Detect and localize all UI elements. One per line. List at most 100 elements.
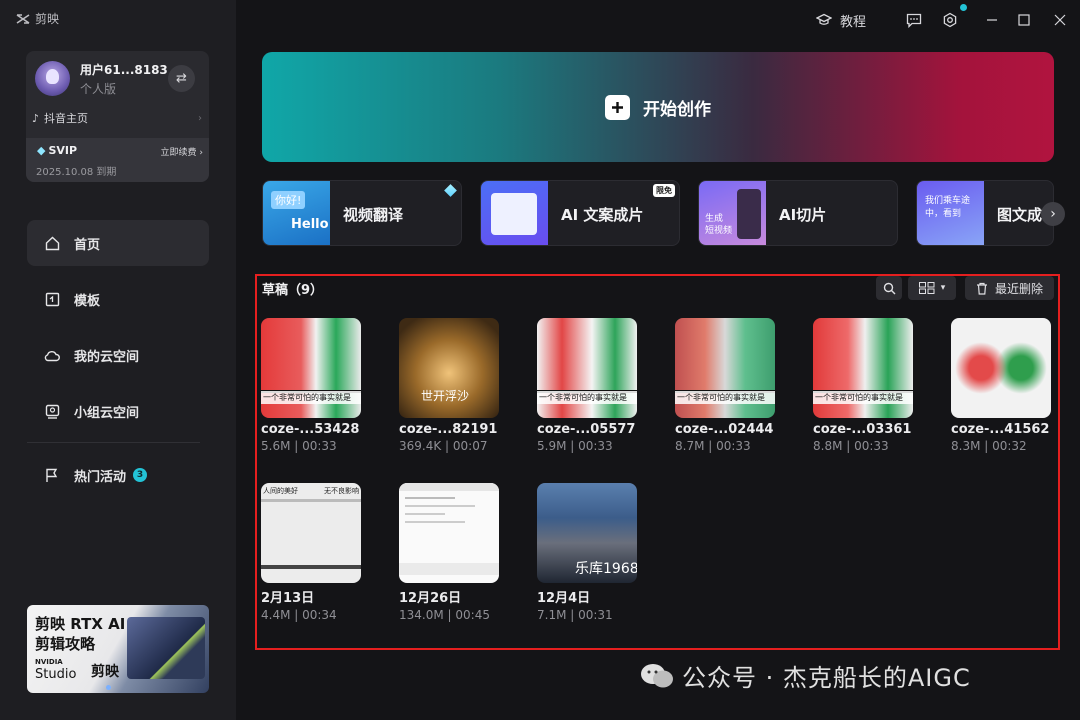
thumb-text: 你好!	[271, 191, 306, 209]
nav-label: 首页	[74, 237, 101, 253]
draft-meta: 8.7M | 00:33	[675, 439, 751, 453]
tool-label: AI切片	[779, 206, 827, 224]
draft-card[interactable]: 一个非常可怕的事实就是 coze-...53428 5.6M | 00:33	[261, 318, 361, 453]
draft-meta: 369.4K | 00:07	[399, 439, 488, 453]
draft-card[interactable]: coze-...41562 8.3M | 00:32	[951, 318, 1051, 453]
start-creation-button[interactable]: 开始创作	[262, 52, 1054, 162]
recent-delete-button[interactable]: 最近删除	[965, 276, 1054, 300]
document-icon	[491, 193, 537, 235]
tool-label: 图文成	[997, 206, 1043, 224]
switch-account-button[interactable]: ⇄	[168, 65, 195, 92]
tutorial-label: 教程	[840, 14, 867, 30]
doc-line	[405, 513, 445, 515]
nav-item-hot-events[interactable]: 热门活动 3	[27, 452, 209, 498]
draft-name: 12月4日	[537, 591, 591, 606]
search-button[interactable]	[876, 276, 902, 300]
divider-line	[261, 499, 361, 502]
draft-thumbnail: 乐库1968	[537, 483, 637, 583]
recent-delete-label: 最近删除	[994, 281, 1043, 296]
settings-button[interactable]	[942, 4, 967, 30]
tutorial-button[interactable]: 教程	[816, 10, 866, 30]
nav-item-home[interactable]: 首页	[27, 220, 209, 266]
chevron-down-icon: ▾	[940, 283, 946, 293]
view-toggle-button[interactable]: ▾	[908, 276, 956, 300]
tool-image-to-video[interactable]: 我们乘车途中，看到 图文成	[916, 180, 1054, 246]
tool-label: 视频翻译	[343, 206, 404, 224]
promo-subtitle: 剪辑攻略	[35, 635, 96, 653]
nav-item-group-cloud[interactable]: 小组云空间	[27, 388, 209, 434]
main-area: 教程 开始创作 你好! Hello 视频翻译 AI 文案成片 限免 生成 短视频…	[236, 0, 1080, 720]
renew-link[interactable]: 立即续费 ›	[161, 145, 204, 158]
minimize-button[interactable]	[986, 10, 998, 30]
drafts-panel: 草稿（9） ▾ 最近删除 一个非常可怕的事实就是 coze-...53428 5…	[255, 274, 1060, 650]
promo-image	[127, 617, 205, 679]
svip-box[interactable]: ◆ SVIP 立即续费 › 2025.10.08 到期	[26, 138, 209, 182]
draft-meta: 5.9M | 00:33	[537, 439, 613, 453]
douyin-home-link[interactable]: ♪ 抖音主页 ›	[32, 109, 202, 127]
draft-meta: 7.1M | 00:31	[537, 608, 613, 622]
avatar[interactable]	[35, 61, 70, 96]
tool-thumbnail	[481, 181, 548, 245]
plus-icon	[605, 94, 630, 120]
scroll-right-button[interactable]: ›	[1041, 202, 1065, 226]
maximize-button[interactable]	[1018, 10, 1030, 30]
draft-caption: 乐库1968	[575, 561, 637, 577]
nav-item-my-cloud[interactable]: 我的云空间	[27, 332, 209, 378]
draft-card[interactable]: 12月26日 134.0M | 00:45	[399, 483, 499, 622]
draft-meta: 4.4M | 00:34	[261, 608, 337, 622]
draft-caption: 世开浮沙	[421, 389, 470, 403]
chevron-right-icon: ›	[1050, 206, 1056, 222]
doc-footer	[399, 563, 499, 575]
draft-card[interactable]: 一个非常可怕的事实就是 coze-...05577 5.9M | 00:33	[537, 318, 637, 453]
flag-icon	[44, 467, 60, 483]
drafts-title: 草稿（9）	[262, 283, 324, 298]
chevron-right-icon: ›	[199, 148, 203, 158]
carousel-dot[interactable]	[106, 685, 111, 690]
maximize-icon	[1018, 14, 1030, 26]
draft-card[interactable]: 一个非常可怕的事实就是 coze-...03361 8.8M | 00:33	[813, 318, 913, 453]
draft-card[interactable]: 乐库1968 12月4日 7.1M | 00:31	[537, 483, 637, 622]
capcut-brand: 剪映	[91, 664, 119, 680]
notification-badge: 3	[133, 468, 148, 482]
thumb-text: Hello	[291, 217, 329, 232]
draft-card[interactable]: 世开浮沙 coze-...82191 369.4K | 00:07	[399, 318, 499, 453]
draft-card[interactable]: 人间的美好 无不良影响 2月13日 4.4M | 00:34	[261, 483, 361, 622]
update-dot	[960, 4, 967, 11]
home-icon	[44, 235, 60, 251]
draft-name: 12月26日	[399, 591, 462, 606]
svip-badge: ◆ SVIP	[37, 144, 77, 157]
draft-name: coze-...82191	[399, 422, 498, 437]
draft-thumbnail: 一个非常可怕的事实就是	[675, 318, 775, 418]
draft-name: coze-...41562	[951, 422, 1050, 437]
nav-item-template[interactable]: 模板	[27, 276, 209, 322]
douyin-label: 抖音主页	[44, 112, 89, 125]
graduation-cap-icon	[816, 13, 832, 25]
user-card: 用户61...8183 个人版 ⇄ ♪ 抖音主页 › ◆ SVIP 立即续费 ›…	[26, 51, 209, 182]
draft-meta: 8.8M | 00:33	[813, 439, 889, 453]
tool-ai-script-video[interactable]: AI 文案成片 限免	[480, 180, 680, 246]
swap-icon: ⇄	[176, 71, 187, 86]
app-logo: 剪映	[16, 10, 59, 27]
close-button[interactable]	[1054, 10, 1066, 30]
draft-thumbnail: 一个非常可怕的事实就是	[537, 318, 637, 418]
draft-thumbnail	[951, 318, 1051, 418]
template-icon	[44, 291, 60, 307]
draft-meta: 134.0M | 00:45	[399, 608, 490, 622]
tiktok-icon: ♪	[32, 111, 40, 125]
nav-label: 模板	[74, 293, 101, 309]
free-tag: 限免	[653, 184, 675, 197]
rtx-promo-banner[interactable]: 剪映 RTX AI 剪辑攻略 NVIDIA Studio 剪映	[27, 605, 209, 693]
tool-thumbnail: 我们乘车途中，看到	[917, 181, 984, 245]
group-cloud-icon	[44, 403, 60, 419]
tool-ai-clip[interactable]: 生成 短视频 AI切片	[698, 180, 898, 246]
nav-label: 我的云空间	[74, 349, 140, 365]
nvidia-logo: NVIDIA	[35, 658, 63, 666]
draft-caption: 一个非常可怕的事实就是	[537, 391, 637, 404]
draft-name: 2月13日	[261, 591, 315, 606]
nav-label: 热门活动	[74, 469, 127, 485]
tool-video-translate[interactable]: 你好! Hello 视频翻译	[262, 180, 462, 246]
renew-label: 立即续费	[160, 148, 197, 158]
feedback-button[interactable]	[906, 10, 922, 30]
draft-card[interactable]: 一个非常可怕的事实就是 coze-...02444 8.7M | 00:33	[675, 318, 775, 453]
capcut-logo-icon	[16, 13, 30, 24]
